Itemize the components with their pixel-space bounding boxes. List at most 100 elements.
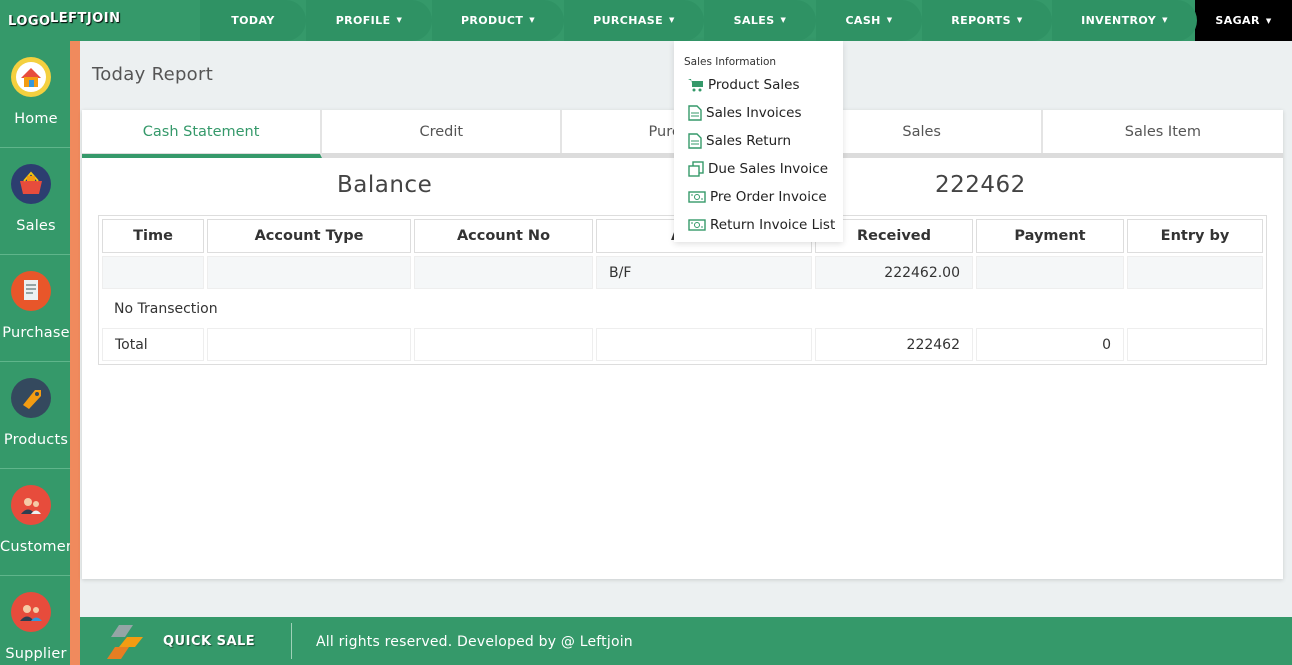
money-icon	[688, 190, 706, 204]
tab-credit[interactable]: Credit	[322, 110, 563, 153]
nav-today[interactable]: TODAY	[200, 0, 306, 41]
caret-down-icon: ▼	[780, 15, 787, 24]
footer: QUICK SALE All rights reserved. Develope…	[80, 617, 1292, 665]
user-name: SAGAR	[1215, 14, 1260, 27]
caret-down-icon: ▼	[1162, 15, 1168, 24]
menu-item-label: Sales Return	[706, 133, 792, 149]
footer-divider	[291, 623, 292, 659]
sidebar: Home Sales Purchase Products Customer Su…	[0, 41, 73, 665]
nav-product-label: PRODUCT	[460, 14, 524, 27]
caret-down-icon: ▼	[886, 15, 893, 24]
home-icon	[11, 57, 51, 97]
table-cell: 222462.00	[815, 256, 973, 289]
menu-item-label: Due Sales Invoice	[708, 161, 829, 177]
sidebar-accent-stripe	[70, 41, 80, 665]
tab-label: Sales	[902, 123, 941, 140]
tab-sales-item[interactable]: Sales Item	[1043, 110, 1283, 153]
nav-cash-label: CASH	[845, 14, 881, 27]
sales-basket-icon	[11, 164, 51, 204]
nav-profile[interactable]: PROFILE ▼	[306, 0, 432, 41]
purchase-document-icon	[11, 271, 51, 311]
sidebar-item-home[interactable]: Home	[0, 41, 70, 148]
caret-down-icon: ▼	[669, 15, 675, 24]
caret-down-icon: ▼	[1265, 16, 1272, 25]
table-cell	[207, 328, 411, 361]
menu-item-product-sales[interactable]: Product Sales	[688, 74, 799, 96]
menu-item-pre-order-invoice[interactable]: Pre Order Invoice	[688, 186, 827, 208]
tab-cash-statement[interactable]: Cash Statement	[82, 110, 323, 158]
copy-icon	[688, 161, 704, 177]
nav-inventory[interactable]: INVENTROY ▼	[1052, 0, 1197, 41]
table-cell	[414, 328, 593, 361]
quick-sale-logo-icon	[105, 623, 149, 665]
sidebar-item-label: Purchase	[2, 325, 70, 341]
caret-down-icon: ▼	[396, 15, 403, 24]
nav-today-label: TODAY	[231, 14, 275, 27]
nav-sales[interactable]: SALES ▼	[704, 0, 816, 41]
column-header: Entry by	[1127, 219, 1263, 253]
table-cell: Total	[102, 328, 204, 361]
money-icon	[688, 218, 706, 232]
sidebar-item-label: Home	[14, 111, 58, 127]
customer-icon	[11, 485, 51, 525]
column-header: Account Type	[207, 219, 411, 253]
menu-item-sales-invoices[interactable]: Sales Invoices	[688, 102, 802, 124]
menu-item-label: Return Invoice List	[710, 217, 836, 233]
table-cell: B/F	[596, 256, 812, 289]
column-header: Payment	[976, 219, 1124, 253]
balance-label: Balance	[337, 172, 433, 198]
document-icon	[688, 105, 702, 121]
tab-label: Cash Statement	[142, 124, 260, 140]
sales-dropdown-menu: Sales Information Product Sales Sales In…	[674, 41, 843, 242]
sidebar-item-purchase[interactable]: Purchase	[0, 255, 70, 362]
menu-item-sales-return[interactable]: Sales Return	[688, 130, 791, 152]
table-row: B/F 222462.00	[102, 256, 1263, 289]
table-cell	[1127, 256, 1263, 289]
table-cell	[976, 256, 1124, 289]
column-header: Time	[102, 219, 204, 253]
sidebar-item-customer[interactable]: Customer	[0, 469, 73, 576]
tab-label: Sales Item	[1124, 123, 1201, 140]
nav-product[interactable]: PRODUCT ▼	[432, 0, 564, 41]
nav-profile-label: PROFILE	[335, 14, 391, 27]
table-cell	[596, 328, 812, 361]
nav-cash[interactable]: CASH ▼	[816, 0, 922, 41]
sidebar-item-label: Customer	[0, 539, 73, 555]
caret-down-icon: ▼	[1016, 15, 1023, 24]
dropdown-header: Sales Information	[684, 56, 777, 68]
quick-sale-link[interactable]: QUICK SALE	[163, 634, 255, 649]
empty-message: No Transection	[114, 300, 218, 317]
table-cell: 222462	[815, 328, 973, 361]
sidebar-item-label: Supplier	[5, 646, 67, 662]
table-row: No Transection	[102, 292, 1263, 325]
user-menu[interactable]: SAGAR ▼	[1195, 0, 1292, 41]
menu-item-return-invoice-list[interactable]: Return Invoice List	[688, 214, 835, 236]
caret-down-icon: ▼	[529, 15, 536, 24]
top-navbar: LOGO LEFTJOIN TODAY PROFILE ▼ PRODUCT ▼ PU…	[0, 0, 1292, 41]
sidebar-item-sales[interactable]: Sales	[0, 148, 70, 255]
table-cell	[102, 256, 204, 289]
footer-copyright: All rights reserved. Developed by @ Left…	[316, 634, 633, 650]
nav-reports[interactable]: REPORTS ▼	[922, 0, 1052, 41]
menu-item-label: Product Sales	[708, 77, 800, 93]
tag-icon	[11, 378, 51, 418]
sidebar-item-products[interactable]: Products	[0, 362, 70, 469]
table-total-row: Total 222462 0	[102, 328, 1263, 361]
table-cell	[1127, 328, 1263, 361]
menu-item-due-sales-invoice[interactable]: Due Sales Invoice	[688, 158, 828, 180]
tab-label: Credit	[419, 123, 464, 140]
nav-sales-label: SALES	[733, 14, 775, 27]
cart-icon	[688, 78, 704, 92]
table-cell	[207, 256, 411, 289]
menu-item-label: Sales Invoices	[706, 105, 802, 121]
sidebar-item-label: Sales	[16, 218, 56, 234]
nav-purchase-label: PURCHASE	[593, 14, 664, 27]
table-cell	[414, 256, 593, 289]
column-header: Account No	[414, 219, 593, 253]
sidebar-item-supplier[interactable]: Supplier	[0, 576, 70, 665]
menu-item-label: Pre Order Invoice	[710, 189, 827, 205]
nav-purchase[interactable]: PURCHASE ▼	[564, 0, 704, 41]
page-title: Today Report	[92, 64, 214, 85]
brand-logo: LOGO	[8, 14, 51, 29]
brand-name: LEFTJOIN	[50, 11, 121, 26]
